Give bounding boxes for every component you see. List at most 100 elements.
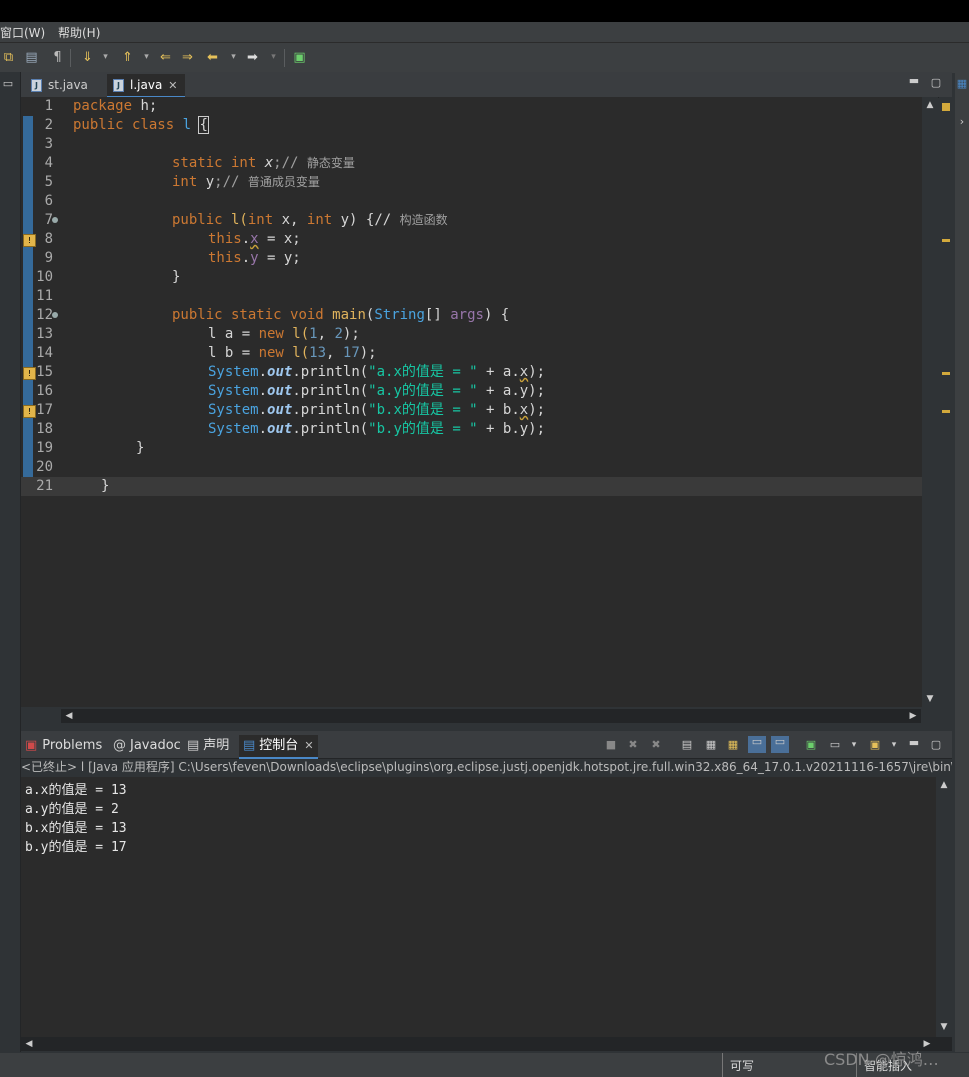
code-line-17: ! 17 System.out.println("b.x的值是 = " + b.x)… — [21, 401, 922, 420]
menu-bar: 窗口(W) 帮助(H) — [0, 22, 969, 42]
scroll-up-icon[interactable]: ▲ — [938, 779, 950, 791]
title-bar — [0, 0, 969, 22]
output-line: b.y的值是 = 17 — [25, 840, 127, 855]
console-vertical-scrollbar[interactable]: ▲ ▼ — [936, 777, 952, 1037]
scroll-left-icon[interactable]: ◀ — [63, 710, 75, 722]
forward-edit-icon[interactable]: ⇒ — [180, 50, 195, 65]
tab-problems[interactable]: ▣ Problems — [25, 735, 102, 757]
close-icon[interactable]: ✕ — [304, 739, 313, 752]
code-line-8: ! 8 this.x = x; — [21, 230, 922, 249]
previous-annotation-icon[interactable]: ⇑ — [120, 50, 135, 65]
code-editor[interactable]: 1 package h; 2 public class l { 3 4 static … — [21, 97, 922, 707]
outline-icon[interactable]: ▦ — [956, 78, 968, 90]
problems-icon: ▣ — [25, 738, 38, 753]
display-console-icon[interactable]: ▭ — [829, 739, 841, 751]
toggle-breadcrumb-icon[interactable]: ⧉ — [1, 50, 16, 65]
word-wrap-icon[interactable]: ▦ — [727, 739, 739, 751]
scroll-down-icon[interactable]: ▼ — [938, 1021, 950, 1033]
code-line-7: 7 public l(int x, int y) {// 构造函数 — [44, 212, 448, 228]
console-icon: ▤ — [243, 738, 256, 753]
scroll-up-icon[interactable]: ▲ — [924, 99, 936, 111]
editor-vertical-scrollbar[interactable]: ▲ ▼ — [922, 97, 938, 707]
console-tab-bar: ▣ Problems @ Javadoc ▤ 声明 ▤ 控制台 ✕ ■ ✖ ✖ ▤ ▦ ▦… — [21, 731, 952, 759]
editor-tab-bar: Jst.java Jl.java ✕ ▬ ▢ — [21, 72, 952, 98]
tab-st-java[interactable]: Jst.java — [25, 74, 103, 96]
forward-arrow-icon[interactable]: ➡ — [245, 50, 260, 65]
open-console-icon[interactable]: ▣ — [292, 50, 307, 65]
forward-dropdown-icon[interactable]: ▾ — [266, 50, 281, 65]
fold-collapse-icon[interactable] — [52, 312, 58, 318]
back-arrow-icon[interactable]: ⬅ — [205, 50, 220, 65]
output-line: a.y的值是 = 2 — [25, 802, 119, 817]
tab-l-java[interactable]: Jl.java ✕ — [107, 74, 185, 98]
toolbar: ⧉ ▤ ¶ ⇓ ▾ ⇑ ▾ ⇐ ⇒ ⬅ ▾ ➡ ▾ ▣ — [0, 42, 969, 73]
scroll-down-icon[interactable]: ▼ — [924, 693, 936, 705]
maximize-icon[interactable]: ▢ — [930, 77, 942, 89]
minimize-icon[interactable]: ▬ — [908, 737, 920, 749]
code-line-19: 19} — [36, 440, 145, 456]
overview-marker[interactable] — [942, 103, 950, 111]
terminate-icon[interactable]: ■ — [605, 739, 617, 751]
remove-all-terminated-icon[interactable]: ✖ — [650, 739, 662, 751]
next-annotation-icon[interactable]: ⇓ — [80, 50, 95, 65]
tab-label: st.java — [48, 78, 88, 92]
previous-annotation-dropdown-icon[interactable]: ▾ — [139, 50, 154, 65]
overview-ruler[interactable] — [939, 97, 952, 707]
code-line-11: 11 — [36, 288, 53, 304]
remove-launch-icon[interactable]: ✖ — [627, 739, 639, 751]
clear-console-icon[interactable]: ▤ — [681, 739, 693, 751]
code-line-6: 6 — [44, 193, 53, 209]
watermark: CSDN @惊鸿… — [824, 1050, 939, 1069]
tab-console[interactable]: ▤ 控制台 ✕ — [239, 735, 318, 759]
code-line-21: 21} — [21, 477, 922, 496]
tab-declaration[interactable]: ▤ 声明 — [187, 735, 229, 757]
minimize-icon[interactable]: ▬ — [908, 75, 920, 87]
overview-marker[interactable] — [942, 410, 950, 413]
code-line-2: 2 public class l { — [44, 116, 209, 134]
menu-window[interactable]: 窗口(W) — [0, 24, 45, 41]
last-edit-location-icon[interactable]: ⇐ — [158, 50, 173, 65]
show-on-error-icon[interactable]: ▭ — [771, 736, 789, 753]
trim-arrow-icon[interactable]: › — [956, 116, 968, 128]
toggle-mark-occurrences-icon[interactable]: ▤ — [24, 50, 39, 65]
scroll-left-icon[interactable]: ◀ — [23, 1038, 35, 1050]
console-horizontal-scrollbar[interactable]: ◀ ▶ — [21, 1037, 952, 1051]
left-trim: ▭ — [0, 72, 21, 1052]
open-console-dropdown-icon[interactable]: ▾ — [888, 739, 900, 751]
back-dropdown-icon[interactable]: ▾ — [226, 50, 241, 65]
pin-console-icon[interactable]: ▣ — [805, 739, 817, 751]
code-line-12: 12 public static void main(String[] args)… — [36, 307, 510, 323]
code-line-18: 18 System.out.println("b.y的值是 = " + b.y); — [36, 421, 546, 437]
next-annotation-dropdown-icon[interactable]: ▾ — [98, 50, 113, 65]
console-output[interactable]: a.x的值是 = 13 a.y的值是 = 2 b.x的值是 = 13 b.y的值… — [21, 777, 936, 1037]
code-line-14: 14 l b = new l(13, 17); — [36, 345, 377, 361]
display-console-dropdown-icon[interactable]: ▾ — [848, 739, 860, 751]
restore-icon[interactable]: ▭ — [2, 78, 14, 90]
maximize-icon[interactable]: ▢ — [930, 739, 942, 751]
code-line-15: ! 15 System.out.println("a.x的值是 = " + a.x)… — [21, 363, 922, 382]
overview-marker[interactable] — [942, 372, 950, 375]
code-line-3: 3 — [44, 136, 53, 152]
show-whitespace-icon[interactable]: ¶ — [50, 50, 65, 65]
open-console-icon[interactable]: ▣ — [869, 739, 881, 751]
java-file-icon: J — [113, 79, 124, 92]
writable-status: 可写 — [730, 1059, 755, 1073]
code-line-20: 20 — [36, 459, 53, 475]
show-on-output-icon[interactable]: ▭ — [748, 736, 766, 753]
tab-javadoc[interactable]: @ Javadoc — [113, 735, 181, 757]
scroll-right-icon[interactable]: ▶ — [907, 710, 919, 722]
java-file-icon: J — [31, 79, 42, 92]
right-trim: ▦ › — [955, 72, 969, 1052]
fold-collapse-icon[interactable] — [52, 217, 58, 223]
overview-marker[interactable] — [942, 239, 950, 242]
close-icon[interactable]: ✕ — [168, 79, 177, 92]
editor-horizontal-scrollbar[interactable]: ◀ ▶ — [61, 709, 921, 723]
code-line-4: 4 static int x;// 静态变量 — [44, 155, 355, 171]
declaration-icon: ▤ — [187, 738, 200, 753]
output-line: a.x的值是 = 13 — [25, 783, 127, 798]
javadoc-icon: @ — [113, 738, 126, 753]
code-line-9: 9 this.y = y; — [44, 250, 301, 266]
menu-help[interactable]: 帮助(H) — [58, 24, 100, 41]
code-line-10: 10} — [36, 269, 181, 285]
scroll-lock-icon[interactable]: ▦ — [705, 739, 717, 751]
